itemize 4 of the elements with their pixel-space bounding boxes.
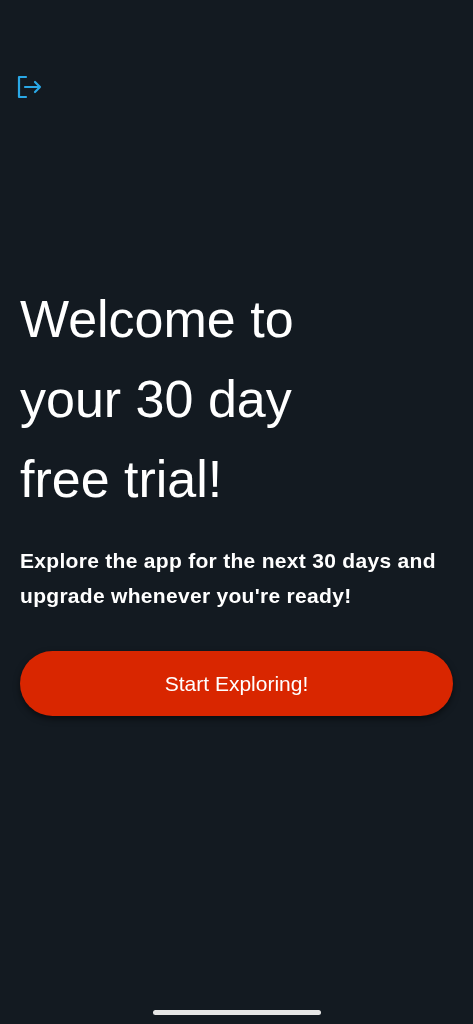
logout-icon[interactable] [16,75,42,99]
start-exploring-button[interactable]: Start Exploring! [20,651,453,716]
welcome-title: Welcome to your 30 day free trial! [20,289,295,510]
description-text: Explore the app for the next 30 days and upgrade whenever you're ready! [20,548,437,609]
